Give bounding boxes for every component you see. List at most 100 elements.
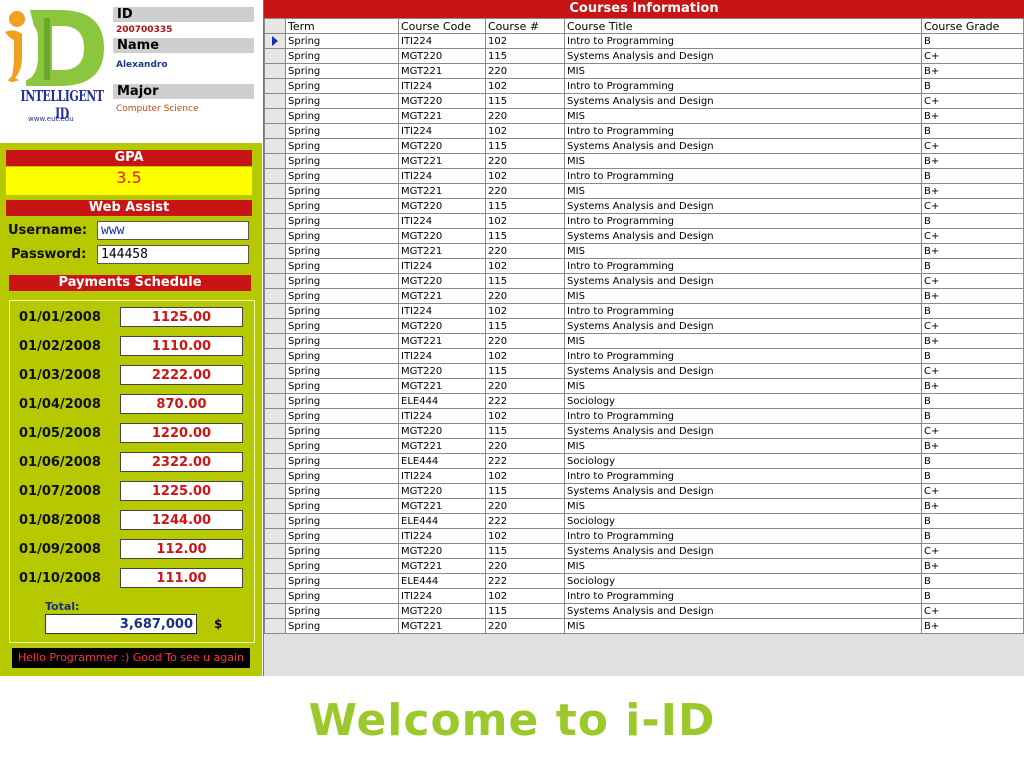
row-selector[interactable] <box>264 78 286 94</box>
cell-course-grade[interactable]: C+ <box>921 603 1024 619</box>
cell-course-code[interactable]: MGT220 <box>398 318 486 334</box>
cell-course-grade[interactable]: B+ <box>921 108 1024 124</box>
cell-course-title[interactable]: Systems Analysis and Design <box>564 483 922 499</box>
column-header-term[interactable]: Term <box>285 18 399 34</box>
cell-course-code[interactable]: MGT221 <box>398 333 486 349</box>
cell-term[interactable]: Spring <box>285 183 399 199</box>
cell-course-code[interactable]: MGT221 <box>398 498 486 514</box>
cell-course-code[interactable]: MGT220 <box>398 603 486 619</box>
table-row[interactable]: Spring MGT220 115 Systems Analysis and Desi… <box>264 603 1024 619</box>
cell-term[interactable]: Spring <box>285 63 399 79</box>
username-input[interactable]: www <box>97 221 249 240</box>
cell-term[interactable]: Spring <box>285 438 399 454</box>
payment-amount-field[interactable]: 2222.00 <box>120 365 243 385</box>
cell-course-number[interactable]: 222 <box>485 453 565 469</box>
payment-amount-field[interactable]: 1125.00 <box>120 307 243 327</box>
cell-course-title[interactable]: Systems Analysis and Design <box>564 363 922 379</box>
row-selector[interactable] <box>264 468 286 484</box>
cell-course-code[interactable]: MGT220 <box>398 93 486 109</box>
row-selector[interactable] <box>264 498 286 514</box>
cell-course-code[interactable]: ELE444 <box>398 573 486 589</box>
cell-course-number[interactable]: 220 <box>485 63 565 79</box>
cell-term[interactable]: Spring <box>285 408 399 424</box>
cell-course-number[interactable]: 102 <box>485 33 565 49</box>
payment-amount-field[interactable]: 1110.00 <box>120 336 243 356</box>
cell-course-grade[interactable]: B <box>921 468 1024 484</box>
cell-course-number[interactable]: 115 <box>485 48 565 64</box>
cell-course-code[interactable]: MGT220 <box>398 543 486 559</box>
cell-course-number[interactable]: 220 <box>485 183 565 199</box>
cell-course-title[interactable]: Intro to Programming <box>564 168 922 184</box>
cell-course-code[interactable]: ELE444 <box>398 513 486 529</box>
cell-course-title[interactable]: Intro to Programming <box>564 588 922 604</box>
cell-course-title[interactable]: Intro to Programming <box>564 78 922 94</box>
cell-course-grade[interactable]: B+ <box>921 243 1024 259</box>
cell-course-number[interactable]: 220 <box>485 498 565 514</box>
row-selector[interactable] <box>264 603 286 619</box>
table-row[interactable]: Spring ITI224 102 Intro to Programming B <box>264 78 1024 94</box>
cell-course-number[interactable]: 102 <box>485 303 565 319</box>
cell-term[interactable]: Spring <box>285 33 399 49</box>
cell-term[interactable]: Spring <box>285 123 399 139</box>
cell-term[interactable]: Spring <box>285 153 399 169</box>
row-selector[interactable] <box>264 213 286 229</box>
cell-course-code[interactable]: MGT220 <box>398 48 486 64</box>
cell-course-code[interactable]: MGT221 <box>398 108 486 124</box>
table-row[interactable]: Spring MGT220 115 Systems Analysis and Desi… <box>264 138 1024 154</box>
cell-course-number[interactable]: 220 <box>485 378 565 394</box>
row-selector[interactable] <box>264 363 286 379</box>
cell-course-title[interactable]: Intro to Programming <box>564 258 922 274</box>
cell-course-title[interactable]: MIS <box>564 618 922 634</box>
row-selector[interactable] <box>264 228 286 244</box>
cell-course-grade[interactable]: C+ <box>921 483 1024 499</box>
table-row[interactable]: Spring ITI224 102 Intro to Programming B <box>264 168 1024 184</box>
cell-course-title[interactable]: Intro to Programming <box>564 408 922 424</box>
table-row[interactable]: Spring MGT221 220 MIS B+ <box>264 288 1024 304</box>
table-row[interactable]: Spring MGT221 220 MIS B+ <box>264 618 1024 634</box>
row-selector[interactable] <box>264 243 286 259</box>
cell-course-number[interactable]: 102 <box>485 78 565 94</box>
table-row[interactable]: Spring ELE444 222 Sociology B <box>264 513 1024 529</box>
cell-term[interactable]: Spring <box>285 618 399 634</box>
cell-course-code[interactable]: MGT221 <box>398 243 486 259</box>
cell-course-number[interactable]: 102 <box>485 168 565 184</box>
cell-course-code[interactable]: ITI224 <box>398 588 486 604</box>
cell-course-number[interactable]: 102 <box>485 123 565 139</box>
row-selector[interactable] <box>264 393 286 409</box>
row-selector[interactable] <box>264 333 286 349</box>
cell-term[interactable]: Spring <box>285 393 399 409</box>
cell-course-number[interactable]: 102 <box>485 408 565 424</box>
cell-course-code[interactable]: ITI224 <box>398 213 486 229</box>
row-selector[interactable] <box>264 558 286 574</box>
cell-course-number[interactable]: 102 <box>485 213 565 229</box>
cell-course-code[interactable]: ITI224 <box>398 123 486 139</box>
row-selector[interactable] <box>264 258 286 274</box>
cell-term[interactable]: Spring <box>285 168 399 184</box>
table-row[interactable]: Spring MGT220 115 Systems Analysis and Desi… <box>264 318 1024 334</box>
cell-course-title[interactable]: MIS <box>564 558 922 574</box>
cell-course-code[interactable]: ITI224 <box>398 258 486 274</box>
cell-course-grade[interactable]: B+ <box>921 63 1024 79</box>
row-selector[interactable] <box>264 48 286 64</box>
cell-term[interactable]: Spring <box>285 363 399 379</box>
cell-course-grade[interactable]: B+ <box>921 498 1024 514</box>
cell-course-grade[interactable]: B <box>921 348 1024 364</box>
cell-course-title[interactable]: Systems Analysis and Design <box>564 93 922 109</box>
cell-term[interactable]: Spring <box>285 468 399 484</box>
payment-amount-field[interactable]: 112.00 <box>120 539 243 559</box>
row-selector[interactable] <box>264 303 286 319</box>
cell-term[interactable]: Spring <box>285 318 399 334</box>
table-row[interactable]: Spring MGT220 115 Systems Analysis and Desi… <box>264 48 1024 64</box>
cell-course-number[interactable]: 115 <box>485 483 565 499</box>
cell-course-grade[interactable]: C+ <box>921 273 1024 289</box>
cell-term[interactable]: Spring <box>285 138 399 154</box>
cell-course-code[interactable]: ITI224 <box>398 348 486 364</box>
payment-amount-field[interactable]: 1244.00 <box>120 510 243 530</box>
cell-course-number[interactable]: 102 <box>485 348 565 364</box>
cell-term[interactable]: Spring <box>285 528 399 544</box>
cell-course-grade[interactable]: B <box>921 123 1024 139</box>
row-selector[interactable] <box>264 543 286 559</box>
cell-course-grade[interactable]: B <box>921 303 1024 319</box>
table-row[interactable]: Spring ITI224 102 Intro to Programming B <box>264 348 1024 364</box>
cell-course-title[interactable]: Systems Analysis and Design <box>564 228 922 244</box>
